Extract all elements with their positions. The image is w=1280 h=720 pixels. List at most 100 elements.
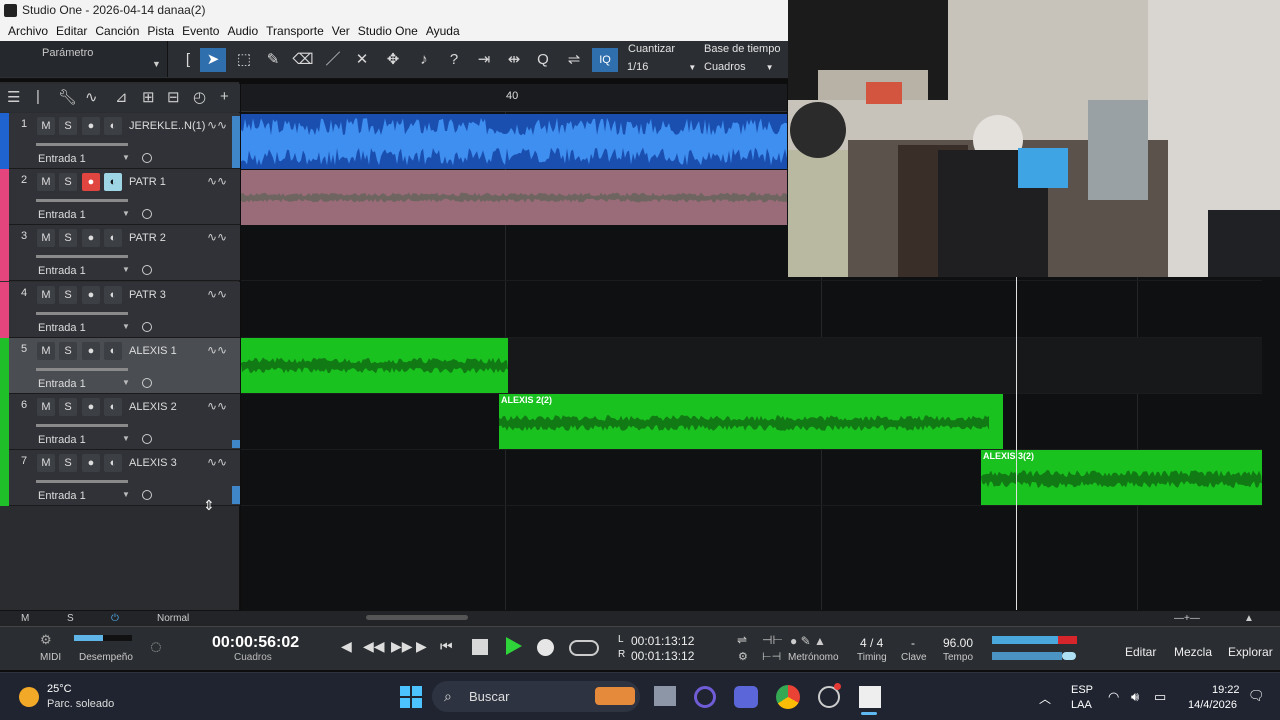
menu-transporte[interactable]: Transporte [262,24,328,38]
battery-icon[interactable]: ▭ [1154,689,1166,705]
tab-editar[interactable]: Editar [1125,645,1156,659]
studio-one-taskbar-icon[interactable] [859,686,881,708]
notifications-icon[interactable]: 🗨︎ [1248,688,1265,704]
record-arm-button[interactable]: ● [82,173,100,191]
language-code[interactable]: ESP [1071,684,1093,696]
bend-tool-icon[interactable]: ✥ [380,48,406,72]
clock-icon[interactable]: ◴ [193,88,206,106]
menu-cancion[interactable]: Canción [91,24,143,38]
audio-clip[interactable] [241,170,787,225]
record-arm-button[interactable]: ● [82,117,100,135]
split-tool-icon[interactable]: ✎ [260,48,286,72]
weather-description[interactable]: Parc. soleado [47,698,114,710]
record-arm-button[interactable]: ● [82,454,100,472]
timeline-ruler[interactable]: 40 [241,84,787,112]
waveform-icon[interactable]: ∿∿ [207,174,227,188]
help-icon[interactable]: ? [441,48,467,72]
horizontal-scrollbar[interactable] [366,615,468,620]
arrow-tool-icon[interactable]: ➤ [200,48,226,72]
loop-button[interactable] [569,640,599,656]
quantize-select[interactable]: 1/16 ▼ [627,61,696,73]
track-header[interactable]: 3 M S ● ◐ PATR 2 ∿∿ Entrada 1 ▼ [0,225,240,281]
precount-icon[interactable]: ⊢⊣ [762,650,781,663]
waveform-icon[interactable]: ∿∿ [207,230,227,244]
menu-evento[interactable]: Evento [178,24,223,38]
solo-button[interactable]: S [59,286,77,304]
track-name[interactable]: PATR 1 [129,176,166,188]
windows-start-icon[interactable] [400,686,422,708]
parameter-selector[interactable]: Parámetro ▼ [0,41,168,77]
rewind-icon[interactable]: ◀◀ [363,638,385,655]
mute-button[interactable]: M [37,229,55,247]
solo-button[interactable]: S [59,117,77,135]
time-display[interactable]: 00:00:56:02 [212,634,299,652]
monitor-button[interactable]: ◐ [104,173,122,191]
timebase-select[interactable]: Cuadros ▼ [704,61,774,73]
output-toggle[interactable] [1062,652,1076,660]
metronome-icon[interactable]: ● ✎ ▲ [790,634,826,648]
add-track-icon[interactable]: + [220,88,229,105]
snap-icon[interactable]: ⇥ [471,48,497,72]
monitor-button[interactable]: ◐ [104,286,122,304]
record-button[interactable] [537,639,554,656]
zoom-up-icon[interactable]: ▲ [1244,613,1254,624]
monitor-button[interactable]: ◐ [104,342,122,360]
volume-slider[interactable] [36,255,128,258]
power-icon[interactable]: ⏻ [111,613,119,624]
solo-button[interactable]: S [59,342,77,360]
automation-icon[interactable]: ∿ [85,88,98,106]
volume-slider[interactable] [36,143,128,146]
quantize-button[interactable]: IQ [592,48,618,72]
monitor-button[interactable]: ◐ [104,398,122,416]
record-arm-button[interactable]: ● [82,342,100,360]
track-lane[interactable] [241,282,1262,338]
track-input[interactable]: Entrada 1 [38,322,86,334]
solo-button[interactable]: S [59,454,77,472]
menu-lines-icon[interactable]: ☰ [7,88,20,106]
key-value[interactable]: - [911,636,915,650]
settings-icon[interactable]: ⚙ [738,650,748,663]
timing-value[interactable]: 4 / 4 [860,636,883,650]
waveform-icon[interactable]: ∿∿ [207,287,227,301]
paint-tool-icon[interactable]: ／ [320,48,346,72]
listen-tool-icon[interactable]: ♪ [411,48,437,72]
io-ring-icon[interactable] [142,265,152,275]
footer-mute[interactable]: M [21,613,29,624]
loop-left-time[interactable]: 00:01:13:12 [631,634,694,648]
fast-forward-icon[interactable]: ▶▶ [391,638,413,655]
menu-pista[interactable]: Pista [143,24,178,38]
audio-clip[interactable]: ALEXIS 2(2) [499,394,1003,449]
volume-slider[interactable] [36,368,128,371]
mute-button[interactable]: M [37,454,55,472]
insert-marker-icon[interactable]: | [36,88,40,105]
weather-temperature[interactable]: 25°C [47,683,72,695]
track-name[interactable]: ALEXIS 2 [129,401,177,413]
return-start-icon[interactable]: ◀ [341,638,352,655]
chevron-up-icon[interactable]: ︿ [1039,690,1051,707]
track-name[interactable]: ALEXIS 3 [129,457,177,469]
envelope-icon[interactable]: ⊿ [115,88,128,106]
tempo-value[interactable]: 96.00 [943,636,973,650]
mute-tool-icon[interactable]: ✕ [349,48,375,72]
io-ring-icon[interactable] [142,209,152,219]
punch-icon[interactable]: ⇌ [737,633,747,647]
waveform-icon[interactable]: ∿∿ [207,399,227,413]
time-format[interactable]: Cuadros [234,652,272,663]
footer-solo[interactable]: S [67,613,74,624]
volume-icon[interactable]: 🔊︎ [1131,689,1139,705]
volume-slider[interactable] [36,312,128,315]
volume-slider[interactable] [36,424,128,427]
track-name[interactable]: PATR 3 [129,289,166,301]
folder-icon[interactable]: ⊟ [167,88,180,106]
io-ring-icon[interactable] [142,322,152,332]
audio-clip[interactable]: ALEXIS 3(2) [981,450,1262,505]
monitor-button[interactable]: ◐ [104,454,122,472]
track-header[interactable]: 6 M S ● ◐ ALEXIS 2 ∿∿ Entrada 1 ▼ [0,394,240,450]
solo-button[interactable]: S [59,229,77,247]
loop-right-time[interactable]: 00:01:13:12 [631,649,694,663]
menu-audio[interactable]: Audio [223,24,262,38]
track-name[interactable]: PATR 2 [129,232,166,244]
eraser-tool-icon[interactable]: ⌫ [290,48,316,72]
wifi-icon[interactable]: ◠ [1108,689,1119,705]
solo-button[interactable]: S [59,398,77,416]
